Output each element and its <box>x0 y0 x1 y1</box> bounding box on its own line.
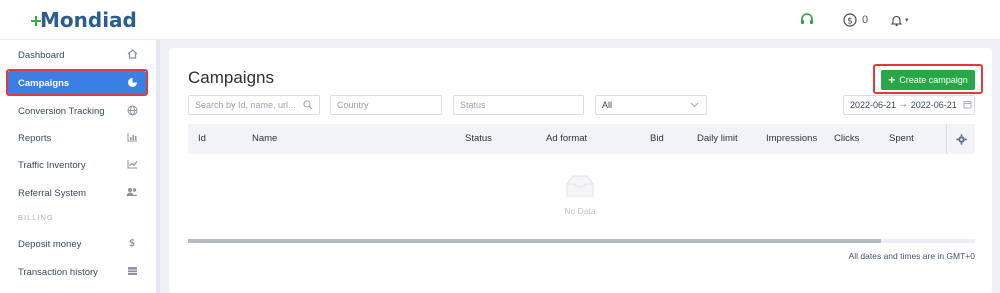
scrollbar-thumb[interactable] <box>188 239 881 243</box>
empty-state-text: No Data <box>564 206 596 216</box>
dollar-icon: $ <box>843 13 857 27</box>
globe-icon <box>126 104 138 116</box>
column-header-daily-limit[interactable]: Daily limit <box>697 133 738 144</box>
page-title: Campaigns <box>188 68 274 87</box>
sidebar-item-label: Reports <box>18 132 52 144</box>
line-chart-icon <box>126 158 138 170</box>
country-placeholder: Country <box>337 100 369 110</box>
column-header-name[interactable]: Name <box>252 133 277 144</box>
sidebar-item-traffic-inventory[interactable]: Traffic Inventory <box>8 153 146 177</box>
column-header-bid[interactable]: Bid <box>650 133 664 144</box>
gear-icon <box>955 133 967 145</box>
date-range-picker[interactable]: 2022-06-21 → 2022-06-21 <box>843 95 975 115</box>
column-header-status[interactable]: Status <box>465 133 492 144</box>
empty-state-icon <box>560 174 600 203</box>
date-from: 2022-06-21 <box>850 100 897 110</box>
sidebar-item-label: Conversion Tracking <box>18 105 105 117</box>
search-placeholder: Search by Id, name, url... <box>195 100 296 110</box>
users-icon <box>126 186 138 198</box>
country-select[interactable]: Country <box>330 95 442 115</box>
column-header-spent[interactable]: Spent <box>889 133 914 144</box>
column-header-ad-format[interactable]: Ad format <box>546 133 587 144</box>
dollar-sign-icon: $ <box>128 237 136 249</box>
column-settings-button[interactable] <box>946 124 975 154</box>
balance-button[interactable]: $ 0 <box>843 11 868 29</box>
table-icon <box>126 265 138 277</box>
notifications-button[interactable]: ▾ <box>890 11 909 29</box>
brand-logo[interactable]: Mondiad <box>40 8 137 32</box>
sidebar-item-conversion-tracking[interactable]: Conversion Tracking <box>8 99 146 123</box>
bar-chart-icon <box>126 131 138 143</box>
sidebar-item-label: Transaction history <box>18 266 98 278</box>
column-header-id[interactable]: Id <box>198 133 206 144</box>
status-select[interactable]: Status <box>453 95 584 115</box>
search-icon <box>303 100 313 110</box>
search-input[interactable]: Search by Id, name, url... <box>188 95 320 115</box>
type-select[interactable]: All <box>595 95 707 115</box>
support-button[interactable] <box>800 11 814 29</box>
home-icon <box>126 48 138 60</box>
bell-icon <box>890 15 903 26</box>
headset-icon <box>801 13 813 24</box>
sidebar-item-referral-system[interactable]: Referral System <box>8 181 146 205</box>
chevron-down-icon <box>690 100 700 110</box>
sidebar-item-deposit-money[interactable]: Deposit money $ <box>8 232 146 256</box>
sidebar-item-transaction-history[interactable]: Transaction history <box>8 260 146 284</box>
column-header-impressions[interactable]: Impressions <box>766 133 817 144</box>
sidebar-item-label: Deposit money <box>18 238 82 250</box>
campaigns-highlight <box>6 69 148 96</box>
column-header-clicks[interactable]: Clicks <box>834 133 859 144</box>
calendar-icon <box>963 100 972 111</box>
sidebar-item-reports[interactable]: Reports <box>8 126 146 150</box>
balance-value: 0 <box>862 14 869 26</box>
type-value: All <box>602 100 613 110</box>
sidebar-item-dashboard[interactable]: Dashboard <box>8 43 146 67</box>
create-button-highlight <box>873 64 983 94</box>
sidebar-section-billing: BILLING <box>18 213 54 222</box>
date-arrow: → <box>900 100 907 110</box>
date-to: 2022-06-21 <box>910 100 957 110</box>
status-placeholder: Status <box>460 100 486 110</box>
chevron-down-icon: ▾ <box>905 17 909 24</box>
svg-text:$: $ <box>847 17 853 27</box>
sidebar-item-label: Traffic Inventory <box>18 159 86 171</box>
sidebar-item-label: Dashboard <box>18 49 65 61</box>
timezone-note: All dates and times are in GMT+0 <box>848 251 975 261</box>
sidebar-item-label: Referral System <box>18 187 87 199</box>
